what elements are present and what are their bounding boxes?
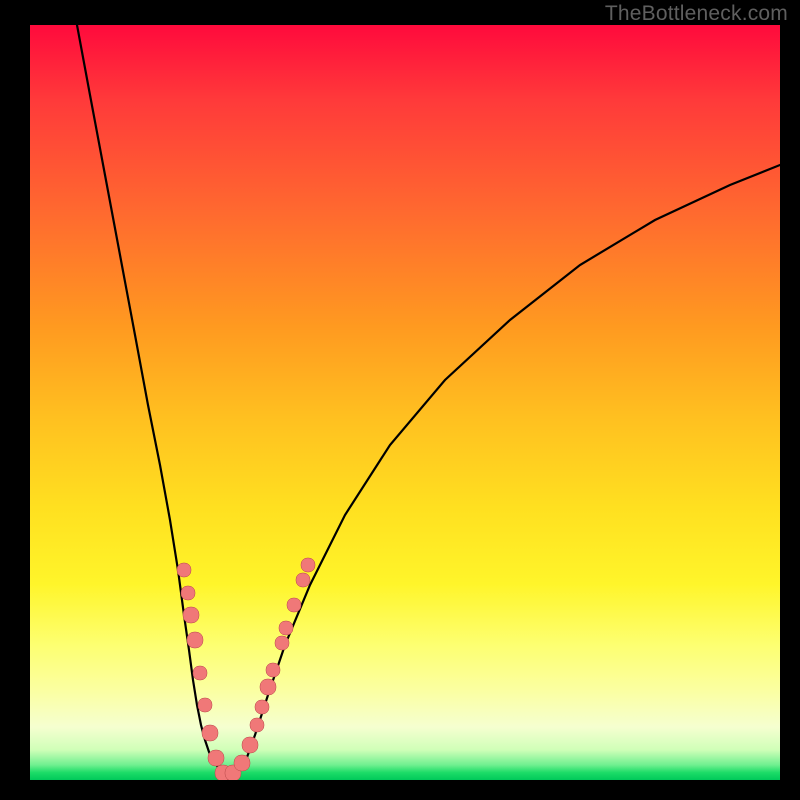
bottleneck-curve bbox=[77, 25, 780, 775]
curve-layer bbox=[30, 25, 780, 780]
marker-dot bbox=[255, 700, 269, 714]
chart-frame: TheBottleneck.com bbox=[0, 0, 800, 800]
plot-area bbox=[30, 25, 780, 780]
marker-dot bbox=[301, 558, 315, 572]
marker-dot bbox=[287, 598, 301, 612]
curve-markers bbox=[177, 558, 315, 780]
marker-dot bbox=[198, 698, 212, 712]
marker-dot bbox=[202, 725, 218, 741]
watermark-text: TheBottleneck.com bbox=[605, 2, 788, 26]
marker-dot bbox=[193, 666, 207, 680]
marker-dot bbox=[266, 663, 280, 677]
marker-dot bbox=[183, 607, 199, 623]
marker-dot bbox=[181, 586, 195, 600]
marker-dot bbox=[208, 750, 224, 766]
marker-dot bbox=[177, 563, 191, 577]
marker-dot bbox=[296, 573, 310, 587]
marker-dot bbox=[250, 718, 264, 732]
marker-dot bbox=[187, 632, 203, 648]
marker-dot bbox=[260, 679, 276, 695]
marker-dot bbox=[279, 621, 293, 635]
marker-dot bbox=[242, 737, 258, 753]
marker-dot bbox=[275, 636, 289, 650]
marker-dot bbox=[234, 755, 250, 771]
